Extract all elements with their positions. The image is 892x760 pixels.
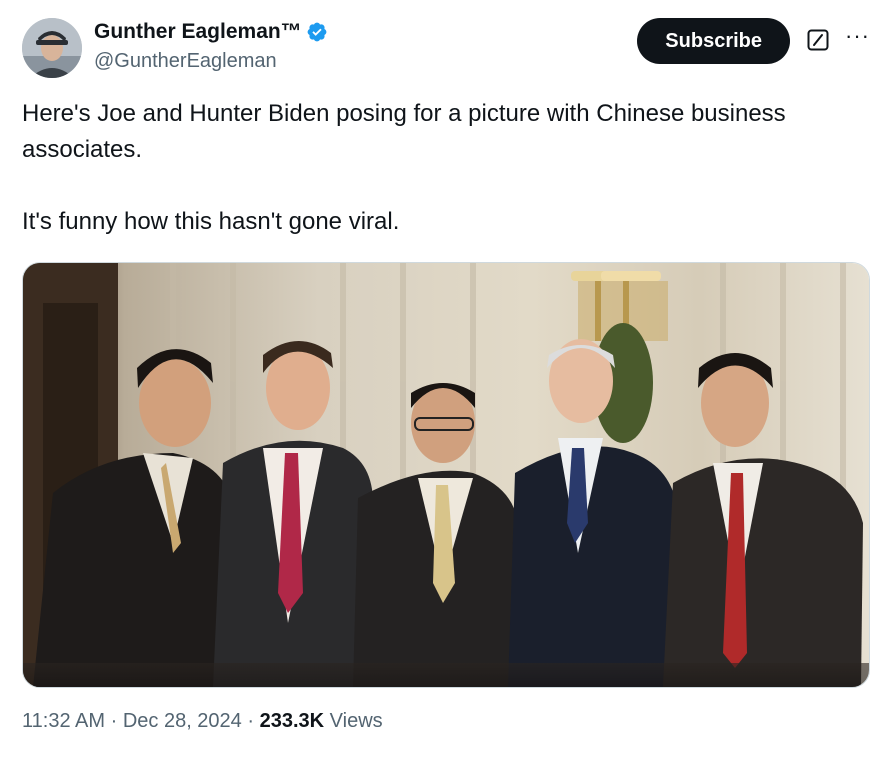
avatar[interactable] (22, 18, 82, 78)
grok-icon[interactable] (806, 28, 830, 52)
tweet-header: Gunther Eagleman™ @GuntherEagleman Subsc… (22, 18, 870, 80)
meta-separator: · (110, 710, 118, 732)
display-name[interactable]: Gunther Eagleman™ (94, 20, 302, 44)
group-photo-image (23, 263, 869, 687)
tweet-time[interactable]: 11:32 AM (22, 710, 105, 732)
tweet-date[interactable]: Dec 28, 2024 (123, 710, 242, 732)
more-options-icon[interactable]: ··· (845, 24, 870, 48)
author-handle[interactable]: @GuntherEagleman (94, 50, 328, 73)
views-label: Views (329, 710, 383, 732)
tweet-photo[interactable] (22, 262, 870, 688)
author-info: Gunther Eagleman™ @GuntherEagleman (94, 20, 328, 73)
tweet-paragraph-2: It's funny how this hasn't gone viral. (22, 208, 400, 235)
subscribe-button[interactable]: Subscribe (637, 18, 790, 64)
tweet-paragraph-1: Here's Joe and Hunter Biden posing for a… (22, 100, 786, 163)
tweet-meta: 11:32 AM · Dec 28, 2024 · 233.3K Views (22, 710, 383, 733)
tweet-text: Here's Joe and Hunter Biden posing for a… (22, 96, 862, 240)
avatar-photo (22, 18, 82, 78)
verified-badge-icon[interactable] (306, 21, 328, 43)
meta-separator: · (247, 710, 255, 732)
views-count[interactable]: 233.3K (260, 710, 325, 732)
